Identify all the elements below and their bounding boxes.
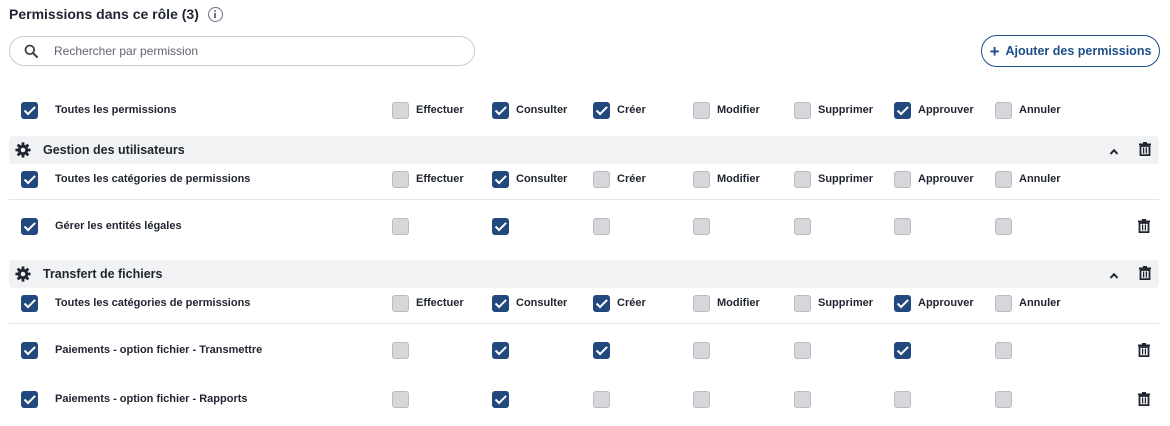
permission-row-checkbox-0[interactable] (392, 342, 409, 359)
group-0-all-checkbox-5[interactable] (894, 171, 911, 188)
permission-row-checkbox-4[interactable] (794, 342, 811, 359)
all-permissions-label-3: Modifier (717, 104, 760, 116)
group-1-all-label-3: Modifier (717, 297, 760, 309)
permission-row-checkbox-6[interactable] (995, 391, 1012, 408)
gear-icon (15, 142, 31, 158)
page-title-text: Permissions dans ce rôle (3) (9, 6, 199, 22)
group-1-all-checkbox-4[interactable] (794, 295, 811, 312)
group-0-all-checkbox-3[interactable] (693, 171, 710, 188)
group-all-label: Toutes les catégories de permissions (55, 173, 251, 185)
group-1-all-label-1: Consulter (516, 297, 568, 309)
group-0-all-label-3: Modifier (717, 173, 760, 185)
info-icon[interactable] (207, 6, 223, 22)
permission-row-checkbox-4[interactable] (794, 218, 811, 235)
group-0-all-checkbox-0[interactable] (392, 171, 409, 188)
group-0-all-label-1: Consulter (516, 173, 568, 185)
group-1-all-checkbox-2[interactable] (593, 295, 610, 312)
search-bar[interactable] (9, 36, 475, 66)
delete-group-icon[interactable] (1139, 266, 1151, 285)
all-permissions-label-1: Consulter (516, 104, 568, 116)
all-permissions-checkbox-2[interactable] (593, 102, 610, 119)
plus-icon: + (989, 41, 1000, 61)
all-permissions-checkbox-1[interactable] (492, 102, 509, 119)
page-title: Permissions dans ce rôle (3) (9, 6, 223, 22)
group-name: Transfert de fichiers (43, 267, 163, 281)
permission-row-checkbox[interactable] (21, 391, 38, 408)
group-1-all-checkbox-1[interactable] (492, 295, 509, 312)
permission-row-checkbox[interactable] (21, 218, 38, 235)
add-permissions-label: Ajouter des permissions (1005, 44, 1152, 58)
all-permissions-checkbox[interactable] (21, 102, 38, 119)
permission-row-label: Paiements - option fichier - Transmettre (55, 344, 263, 356)
group-0-all-checkbox-1[interactable] (492, 171, 509, 188)
group-1-all-label-0: Effectuer (416, 297, 464, 309)
permission-row-checkbox-6[interactable] (995, 218, 1012, 235)
all-permissions-label-5: Approuver (918, 104, 974, 116)
all-permissions-checkbox-5[interactable] (894, 102, 911, 119)
permission-row-checkbox-3[interactable] (693, 218, 710, 235)
group-1-all-checkbox-3[interactable] (693, 295, 710, 312)
permission-row-label: Gérer les entités légales (55, 220, 182, 232)
group-0-all-label-6: Annuler (1019, 173, 1061, 185)
group-1-all-label-6: Annuler (1019, 297, 1061, 309)
group-all-label: Toutes les catégories de permissions (55, 297, 251, 309)
all-permissions-checkbox-6[interactable] (995, 102, 1012, 119)
group-0-all-label-0: Effectuer (416, 173, 464, 185)
group-header: Transfert de fichiers (9, 260, 1159, 288)
all-permissions-checkbox-0[interactable] (392, 102, 409, 119)
permission-row-checkbox-2[interactable] (593, 342, 610, 359)
group-all-checkbox[interactable] (21, 295, 38, 312)
permission-row-checkbox-5[interactable] (894, 218, 911, 235)
group-all-checkbox[interactable] (21, 171, 38, 188)
group-1-all-checkbox-0[interactable] (392, 295, 409, 312)
permission-row-checkbox-3[interactable] (693, 342, 710, 359)
delete-row-icon[interactable] (1138, 343, 1150, 362)
permission-row-checkbox-4[interactable] (794, 391, 811, 408)
group-1-all-label-2: Créer (617, 297, 646, 309)
permission-row-checkbox-2[interactable] (593, 218, 610, 235)
permission-row-checkbox-2[interactable] (593, 391, 610, 408)
permission-row-checkbox-1[interactable] (492, 342, 509, 359)
permission-row-checkbox-3[interactable] (693, 391, 710, 408)
group-name: Gestion des utilisateurs (43, 143, 185, 157)
chevron-up-icon[interactable] (1109, 144, 1119, 162)
permission-row-label: Paiements - option fichier - Rapports (55, 393, 248, 405)
all-permissions-checkbox-3[interactable] (693, 102, 710, 119)
search-icon (24, 44, 38, 58)
group-0-all-checkbox-6[interactable] (995, 171, 1012, 188)
delete-group-icon[interactable] (1139, 142, 1151, 161)
search-input[interactable] (54, 44, 434, 58)
group-0-all-label-4: Supprimer (818, 173, 874, 185)
group-0-all-checkbox-4[interactable] (794, 171, 811, 188)
group-1-all-checkbox-6[interactable] (995, 295, 1012, 312)
group-0-all-label-2: Créer (617, 173, 646, 185)
group-1-all-label-5: Approuver (918, 297, 974, 309)
all-permissions-label-2: Créer (617, 104, 646, 116)
permission-row-checkbox-1[interactable] (492, 218, 509, 235)
permission-row-checkbox-5[interactable] (894, 342, 911, 359)
add-permissions-button[interactable]: + Ajouter des permissions (981, 35, 1160, 67)
delete-row-icon[interactable] (1138, 219, 1150, 238)
group-0-all-label-5: Approuver (918, 173, 974, 185)
group-header: Gestion des utilisateurs (9, 136, 1159, 164)
divider (9, 323, 1159, 324)
all-permissions-label: Toutes les permissions (55, 104, 177, 116)
permission-row-checkbox-0[interactable] (392, 218, 409, 235)
all-permissions-checkbox-4[interactable] (794, 102, 811, 119)
group-0-all-checkbox-2[interactable] (593, 171, 610, 188)
divider (9, 199, 1159, 200)
chevron-up-icon[interactable] (1109, 268, 1119, 286)
delete-row-icon[interactable] (1138, 392, 1150, 411)
permission-row-checkbox-6[interactable] (995, 342, 1012, 359)
permission-row-checkbox[interactable] (21, 342, 38, 359)
group-1-all-checkbox-5[interactable] (894, 295, 911, 312)
all-permissions-label-4: Supprimer (818, 104, 874, 116)
permission-row-checkbox-5[interactable] (894, 391, 911, 408)
permission-row-checkbox-0[interactable] (392, 391, 409, 408)
all-permissions-label-6: Annuler (1019, 104, 1061, 116)
gear-icon (15, 266, 31, 282)
permission-row-checkbox-1[interactable] (492, 391, 509, 408)
all-permissions-label-0: Effectuer (416, 104, 464, 116)
group-1-all-label-4: Supprimer (818, 297, 874, 309)
